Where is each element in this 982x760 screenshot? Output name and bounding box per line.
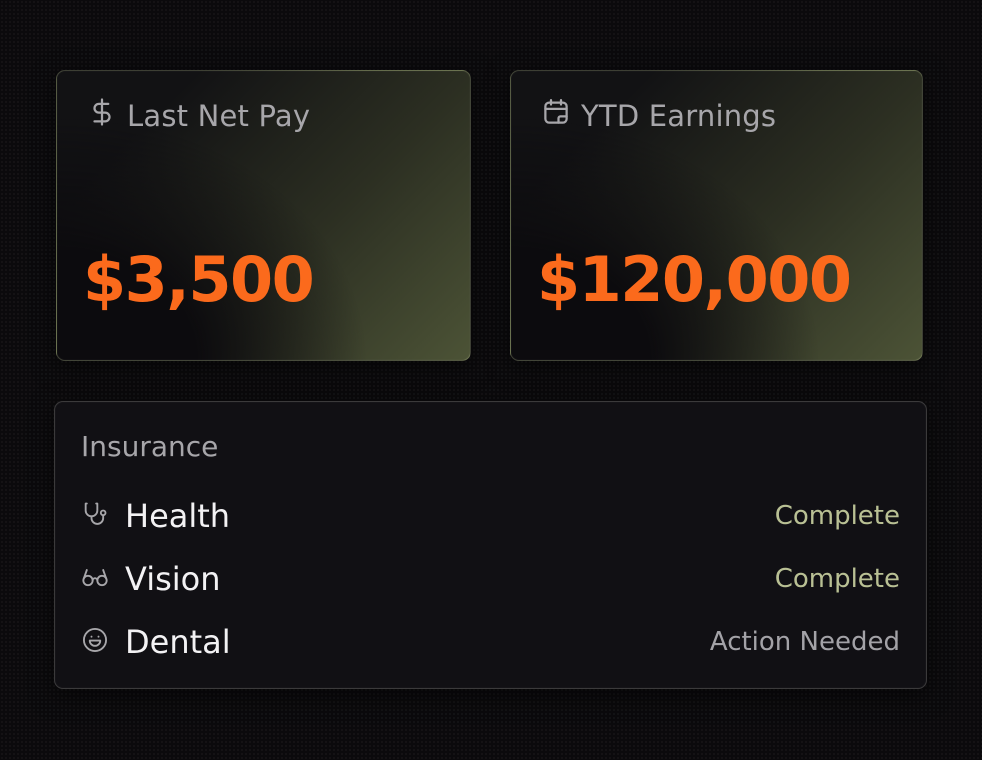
insurance-name-health: Health bbox=[125, 497, 231, 535]
glasses-icon bbox=[81, 563, 109, 595]
insurance-status-dental: Action Needed bbox=[709, 627, 900, 657]
last-net-pay-header: Last Net Pay bbox=[87, 97, 310, 134]
insurance-row-dental[interactable]: Dental Action Needed bbox=[81, 622, 900, 662]
insurance-card: Insurance Health Complete Vision Complet… bbox=[54, 401, 927, 689]
ytd-earnings-value: $120,000 bbox=[537, 243, 852, 316]
ytd-earnings-label: YTD Earnings bbox=[581, 98, 777, 133]
last-net-pay-card: Last Net Pay $3,500 bbox=[56, 70, 471, 361]
stethoscope-icon bbox=[81, 500, 109, 532]
ytd-earnings-header: YTD Earnings bbox=[541, 97, 776, 134]
insurance-row-health[interactable]: Health Complete bbox=[81, 496, 900, 536]
insurance-name-vision: Vision bbox=[125, 560, 221, 598]
dollar-icon bbox=[87, 97, 117, 134]
last-net-pay-label: Last Net Pay bbox=[127, 98, 311, 133]
insurance-name-dental: Dental bbox=[125, 623, 231, 661]
insurance-status-vision: Complete bbox=[774, 564, 900, 594]
insurance-status-health: Complete bbox=[774, 501, 900, 531]
ytd-earnings-card: YTD Earnings $120,000 bbox=[510, 70, 923, 361]
last-net-pay-value: $3,500 bbox=[83, 243, 315, 316]
insurance-row-vision[interactable]: Vision Complete bbox=[81, 559, 900, 599]
calendar-icon bbox=[541, 97, 571, 134]
insurance-title: Insurance bbox=[81, 430, 219, 463]
smile-icon bbox=[81, 626, 109, 658]
